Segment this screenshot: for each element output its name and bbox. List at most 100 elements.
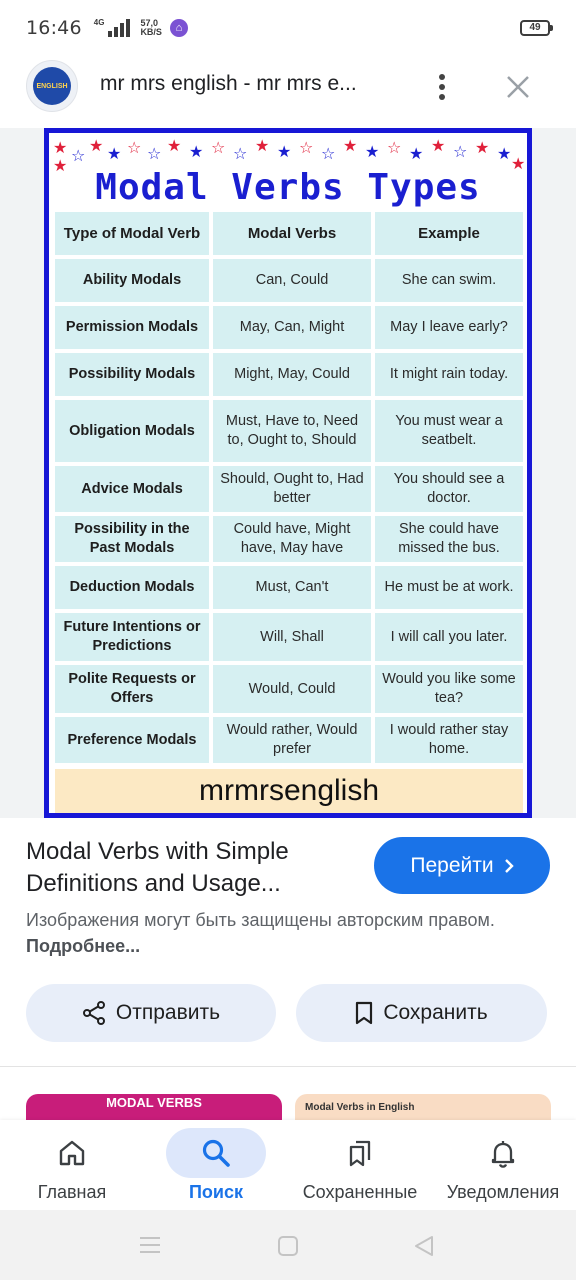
svg-text:☆: ☆ [71, 146, 85, 165]
table-cell: May I leave early? [375, 306, 523, 349]
chevron-right-icon [504, 858, 514, 873]
status-bar: 16:46 4G 57,0 KB/S ⌂ 49 [0, 0, 576, 56]
svg-text:★: ★ [53, 138, 67, 157]
table-cell: Advice Modals [55, 466, 209, 512]
modal-verbs-table: Type of Modal Verb Modal Verbs Example A… [55, 212, 523, 767]
network-type: 4G [93, 18, 105, 27]
menu-icon[interactable] [138, 1235, 162, 1255]
svg-text:☆: ☆ [127, 138, 141, 157]
table-cell: You should see a doctor. [375, 466, 523, 512]
table-row: Polite Requests or Offers Would, Could W… [55, 665, 523, 713]
table-cell: Ability Modals [55, 259, 209, 302]
save-button[interactable]: Сохранить [296, 984, 547, 1042]
table-cell: Would, Could [213, 665, 371, 713]
app-notification-icon: ⌂ [169, 19, 188, 37]
site-logo: ENGLISH [33, 67, 71, 105]
svg-text:☆: ☆ [299, 138, 313, 157]
svg-text:★: ★ [107, 144, 121, 163]
table-cell: Would you like some tea? [375, 665, 523, 713]
table-row: Preference Modals Would rather, Would pr… [55, 717, 523, 763]
table-cell: It might rain today. [375, 353, 523, 396]
table-cell: Should, Ought to, Had better [213, 466, 371, 512]
svg-text:★: ★ [497, 144, 511, 163]
table-cell: Would rather, Would prefer [213, 717, 371, 763]
copyright-text: Изображения могут быть защищены авторски… [26, 910, 495, 930]
bookmark-icon [356, 1001, 373, 1025]
share-button[interactable]: Отправить [26, 984, 276, 1042]
infographic-title: Modal Verbs Types [95, 167, 481, 208]
nav-home-label: Главная [37, 1182, 107, 1202]
page-title[interactable]: mr mrs english - mr mrs e... [100, 72, 390, 96]
search-icon [202, 1139, 230, 1167]
table-row: Possibility in the Past Modals Could hav… [55, 516, 523, 562]
table-cell: Must, Have to, Need to, Ought to, Should [213, 400, 371, 462]
collections-icon [349, 1140, 371, 1167]
brand-footer: mrmrsenglish [55, 769, 523, 813]
nav-search-label: Поиск [188, 1182, 244, 1202]
close-icon[interactable] [504, 73, 532, 101]
table-cell: Will, Shall [213, 613, 371, 661]
svg-text:☆: ☆ [387, 138, 401, 157]
table-row: Ability Modals Can, Could She can swim. [55, 259, 523, 302]
bell-icon [491, 1141, 515, 1168]
svg-text:★: ★ [409, 144, 423, 163]
svg-text:☆: ☆ [321, 144, 335, 163]
table-cell: You must wear a seatbelt. [375, 400, 523, 462]
thumbnail-label: Modal Verbs in English [305, 1102, 415, 1113]
copyright-more-link[interactable]: Подробнее... [26, 936, 140, 956]
nav-notifications-label: Уведомления [446, 1182, 560, 1202]
nav-notifications[interactable]: Уведомления [440, 1120, 566, 1210]
table-cell: Deduction Modals [55, 566, 209, 609]
table-cell: I would rather stay home. [375, 717, 523, 763]
table-cell: Must, Can't [213, 566, 371, 609]
thumbnail-label: MODAL VERBS [106, 1095, 202, 1110]
table-cell: Possibility Modals [55, 353, 209, 396]
network-speed: 57,0 KB/S [140, 19, 162, 37]
svg-text:★: ★ [89, 137, 103, 155]
svg-text:★: ★ [343, 137, 357, 155]
table-cell: Can, Could [213, 259, 371, 302]
table-cell: She could have missed the bus. [375, 516, 523, 562]
share-label: Отправить [115, 1001, 221, 1024]
home-square-icon[interactable] [277, 1235, 299, 1257]
table-row: Possibility Modals Might, May, Could It … [55, 353, 523, 396]
go-to-site-button[interactable]: Перейти [374, 837, 550, 894]
nav-home[interactable]: Главная [22, 1120, 122, 1210]
table-cell: I will call you later. [375, 613, 523, 661]
table-header: Example [375, 212, 523, 255]
svg-text:★: ★ [431, 137, 445, 155]
signal-icon: 4G [94, 19, 131, 37]
table-cell: Could have, Might have, May have [213, 516, 371, 562]
table-cell: Polite Requests or Offers [55, 665, 209, 713]
image-preview-panel[interactable]: ★ ☆ ★ ★ ☆ ☆ ★ ★ ☆ ☆ ★ ★ ☆ ☆ ★ ★ ☆ ★ ★ ☆ [0, 128, 576, 818]
svg-text:★: ★ [365, 142, 379, 161]
battery-icon: 49 [520, 20, 553, 36]
table-cell: She can swim. [375, 259, 523, 302]
go-button-label: Перейти [410, 853, 494, 877]
table-cell: Permission Modals [55, 306, 209, 349]
table-header-row: Type of Modal Verb Modal Verbs Example [55, 212, 523, 255]
back-icon[interactable] [412, 1234, 436, 1258]
result-title[interactable]: Modal Verbs with Simple Definitions and … [26, 836, 346, 900]
divider [0, 1066, 576, 1067]
table-row: Obligation Modals Must, Have to, Need to… [55, 400, 523, 462]
svg-text:★: ★ [277, 142, 291, 161]
svg-text:☆: ☆ [453, 142, 467, 161]
svg-text:★: ★ [167, 137, 181, 155]
home-icon [59, 1140, 85, 1166]
table-cell: May, Can, Might [213, 306, 371, 349]
svg-text:★: ★ [475, 138, 489, 157]
nav-search[interactable]: Поиск [166, 1120, 266, 1210]
more-options-icon[interactable] [430, 70, 454, 104]
svg-text:★: ★ [189, 142, 203, 161]
nav-saved-label: Сохраненные [302, 1182, 418, 1202]
table-row: Advice Modals Should, Ought to, Had bett… [55, 466, 523, 512]
avatar[interactable]: ENGLISH [26, 60, 78, 112]
table-cell: Might, May, Could [213, 353, 371, 396]
table-header: Modal Verbs [213, 212, 371, 255]
table-cell: Possibility in the Past Modals [55, 516, 209, 562]
nav-saved[interactable]: Сохраненные [295, 1120, 425, 1210]
copyright-notice: Изображения могут быть защищены авторски… [26, 907, 546, 959]
system-navigation-bar [0, 1210, 576, 1280]
save-label: Сохранить [383, 1001, 488, 1024]
